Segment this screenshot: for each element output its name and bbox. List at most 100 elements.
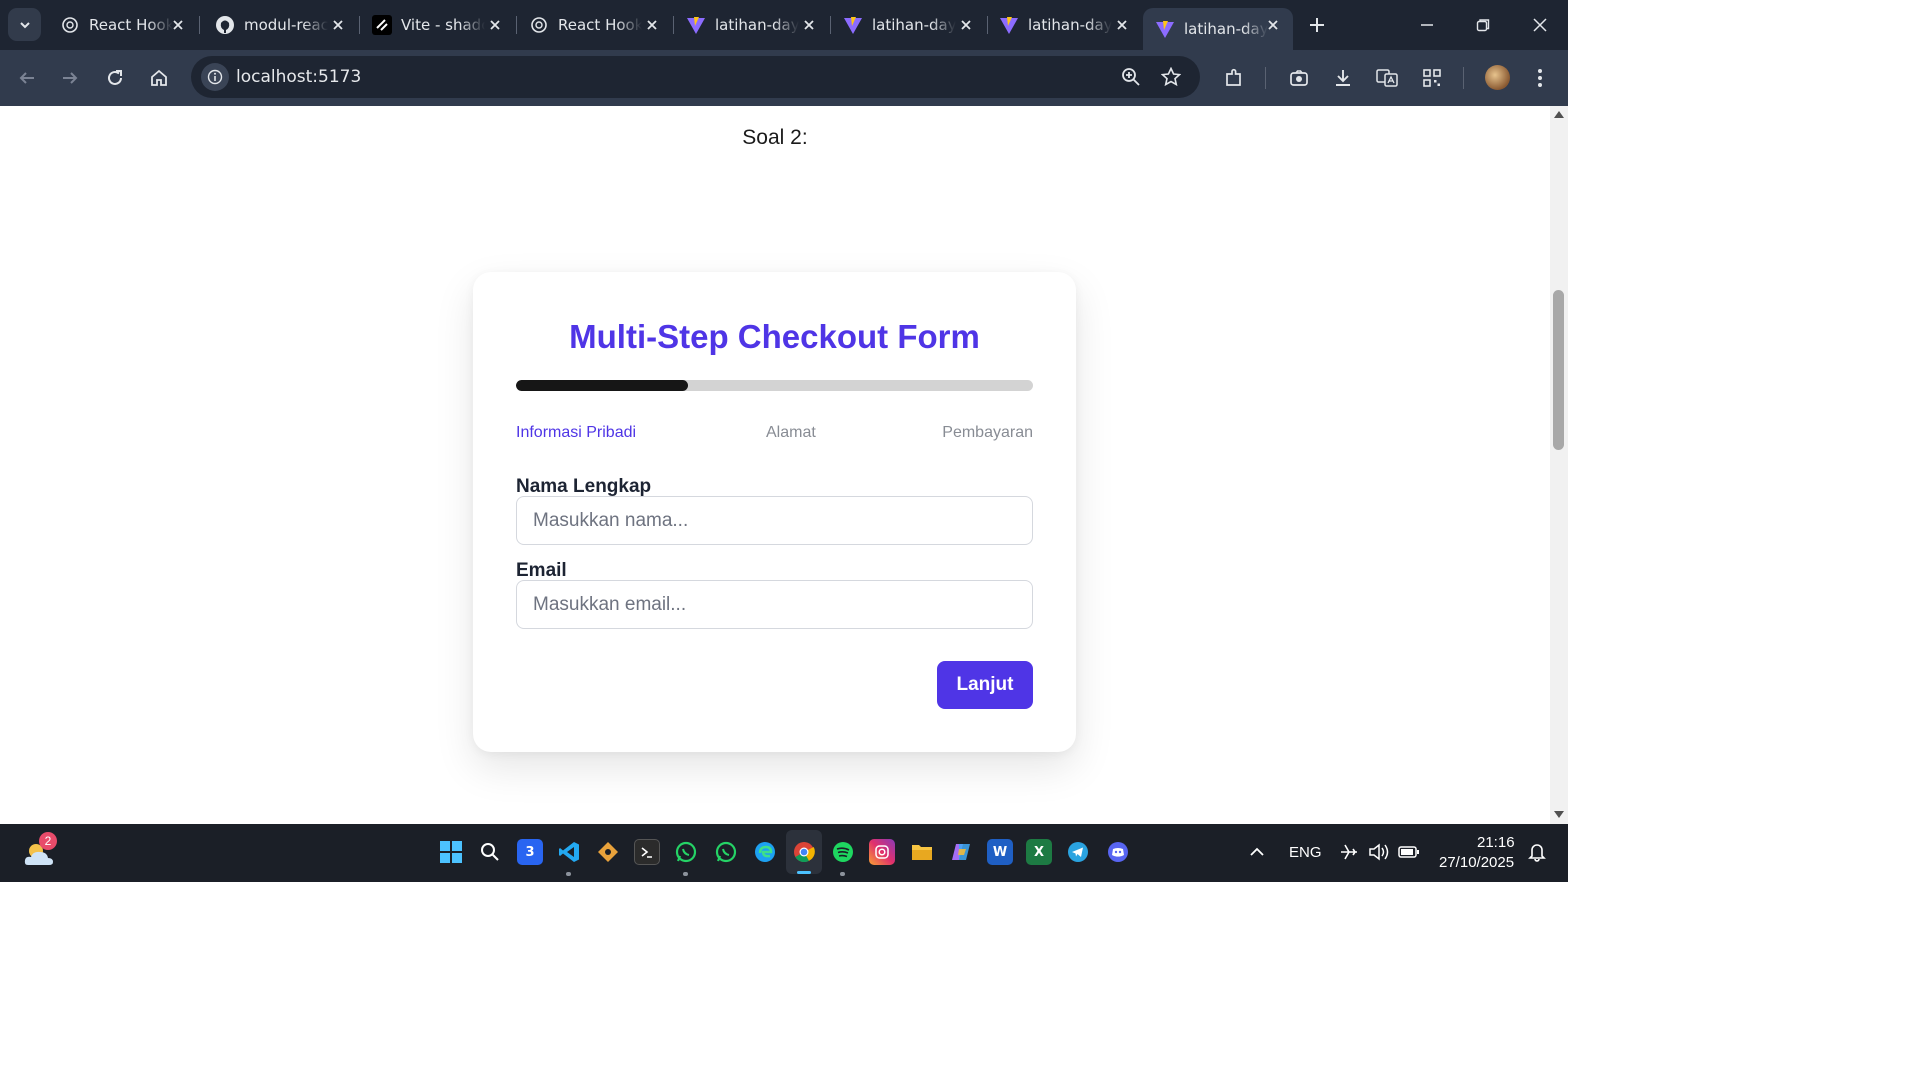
vscode-icon[interactable]	[556, 839, 582, 865]
git-app-icon[interactable]	[595, 839, 621, 865]
scrollbar-thumb[interactable]	[1553, 290, 1564, 450]
nama-lengkap-input[interactable]	[516, 496, 1033, 545]
close-tab-icon[interactable]	[799, 15, 819, 35]
github-icon	[215, 15, 235, 35]
shadcn-icon	[372, 15, 392, 35]
edge-icon[interactable]	[752, 839, 778, 865]
volume-icon[interactable]	[1366, 839, 1392, 865]
url-text: localhost:5173	[236, 67, 362, 87]
scroll-down-arrow-icon[interactable]	[1554, 811, 1564, 818]
tab-search-button[interactable]	[8, 8, 41, 41]
page-viewport: Soal 2: Multi-Step Checkout Form Informa…	[0, 106, 1550, 824]
page-scrollbar[interactable]	[1550, 106, 1568, 824]
download-icon[interactable]	[1329, 64, 1357, 92]
progress-bar	[516, 380, 1033, 391]
language-indicator[interactable]: ENG	[1289, 844, 1322, 861]
home-button[interactable]	[145, 64, 173, 92]
step-pembayaran: Pembayaran	[942, 424, 1033, 441]
copilot-icon[interactable]	[948, 839, 974, 865]
close-tab-icon[interactable]	[1112, 15, 1132, 35]
address-bar[interactable]: localhost:5173	[191, 56, 1200, 98]
close-tab-icon[interactable]	[168, 15, 188, 35]
taskbar: 2 3 W X ENG 21:16 27/10/2025	[0, 824, 1568, 882]
excel-icon[interactable]: X	[1026, 839, 1052, 865]
chrome-taskbar-icon[interactable]	[786, 830, 822, 874]
running-indicator	[840, 872, 845, 876]
extensions-icon[interactable]	[1220, 64, 1248, 92]
running-indicator	[566, 872, 571, 876]
tray-chevron-up-icon[interactable]	[1244, 839, 1270, 865]
minimize-icon	[1421, 24, 1433, 26]
zoom-icon[interactable]	[1117, 63, 1145, 91]
whatsapp-icon[interactable]	[673, 839, 699, 865]
battery-icon[interactable]	[1396, 839, 1422, 865]
word-icon[interactable]: W	[987, 839, 1013, 865]
tab-title: React Hooks	[558, 16, 642, 34]
close-icon	[1533, 18, 1547, 32]
tab-vite-shadcn[interactable]: Vite - shadcn	[360, 8, 517, 42]
airplane-mode-icon[interactable]	[1336, 839, 1362, 865]
close-tab-icon[interactable]	[1263, 15, 1283, 35]
tab-latihan-day-active[interactable]: latihan-day	[1143, 8, 1293, 50]
page-heading: Soal 2:	[742, 126, 808, 149]
discord-icon[interactable]	[1105, 839, 1131, 865]
clock-date[interactable]: 27/10/2025	[1439, 854, 1514, 871]
reload-icon	[108, 70, 122, 85]
whatsapp-business-icon[interactable]	[713, 839, 739, 865]
reload-button[interactable]	[101, 64, 129, 92]
translate-icon[interactable]	[1373, 64, 1401, 92]
vite-icon	[999, 15, 1019, 35]
site-info-icon[interactable]	[201, 63, 229, 91]
scroll-up-arrow-icon[interactable]	[1554, 111, 1564, 118]
tab-title: latihan-day	[715, 16, 799, 34]
css3-app-icon[interactable]: 3	[517, 839, 543, 865]
new-tab-button[interactable]	[1305, 13, 1329, 37]
tab-latihan-day-3[interactable]: latihan-day	[987, 8, 1142, 42]
arrow-right-icon	[63, 72, 78, 84]
tab-latihan-day-2[interactable]: latihan-day	[831, 8, 988, 42]
terminal-icon[interactable]	[634, 839, 660, 865]
tab-modul-react[interactable]: modul-react	[203, 8, 360, 42]
notification-bell-icon[interactable]	[1524, 839, 1550, 865]
back-button[interactable]	[13, 64, 41, 92]
restore-button[interactable]	[1470, 12, 1496, 38]
restore-icon	[1476, 19, 1490, 32]
tab-title: latihan-day	[872, 16, 956, 34]
bookmark-star-icon[interactable]	[1157, 63, 1185, 91]
tab-latihan-day-1[interactable]: latihan-day	[674, 8, 831, 42]
close-window-button[interactable]	[1527, 12, 1553, 38]
start-button[interactable]	[438, 839, 464, 865]
progress-fill	[516, 380, 689, 391]
close-tab-icon[interactable]	[956, 15, 976, 35]
close-tab-icon[interactable]	[642, 15, 662, 35]
lanjut-button[interactable]: Lanjut	[937, 661, 1033, 709]
browser-toolbar: localhost:5173	[0, 50, 1568, 106]
clock-time[interactable]: 21:16	[1477, 834, 1515, 851]
file-explorer-icon[interactable]	[909, 839, 935, 865]
qr-code-icon[interactable]	[1418, 64, 1446, 92]
tab-react-hooks-2[interactable]: React Hooks	[517, 8, 674, 42]
vite-icon	[843, 15, 863, 35]
weather-widget[interactable]: 2	[22, 832, 57, 871]
tab-title: React Hooks	[89, 16, 173, 34]
openai-icon	[60, 15, 80, 35]
vite-icon	[686, 15, 706, 35]
forward-button[interactable]	[56, 64, 84, 92]
menu-kebab-icon[interactable]	[1526, 64, 1554, 92]
arrow-left-icon	[19, 72, 34, 84]
taskbar-search[interactable]	[477, 839, 503, 865]
search-icon	[481, 843, 499, 861]
email-input[interactable]	[516, 580, 1033, 629]
instagram-icon[interactable]	[869, 839, 895, 865]
profile-avatar[interactable]	[1485, 65, 1510, 90]
close-tab-icon[interactable]	[485, 15, 505, 35]
minimize-button[interactable]	[1414, 12, 1440, 38]
step-informasi-pribadi: Informasi Pribadi	[516, 424, 637, 441]
tab-react-hooks-1[interactable]: React Hooks	[48, 8, 200, 42]
telegram-icon[interactable]	[1065, 839, 1091, 865]
screenshot-icon[interactable]	[1285, 64, 1313, 92]
chrome-icon	[794, 842, 815, 863]
spotify-icon[interactable]	[830, 839, 856, 865]
vite-icon	[1155, 19, 1175, 39]
close-tab-icon[interactable]	[328, 15, 348, 35]
